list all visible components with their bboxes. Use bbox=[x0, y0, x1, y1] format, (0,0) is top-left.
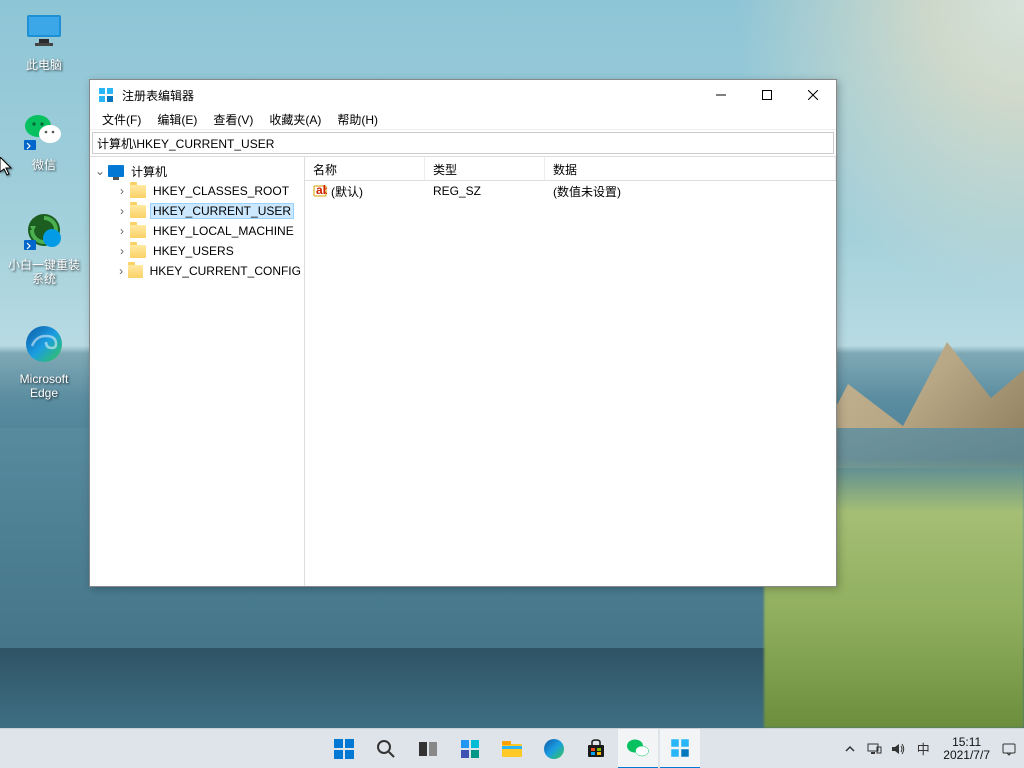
edge-icon bbox=[20, 320, 68, 368]
desktop-icon-label: 小白一键重装系统 bbox=[6, 258, 82, 286]
tray-chevron-icon[interactable] bbox=[841, 740, 859, 758]
explorer-button[interactable] bbox=[492, 729, 532, 768]
tree-root-computer[interactable]: ⌄ 计算机 bbox=[90, 161, 304, 181]
desktop-icon-xiaobai[interactable]: 小白一键重装系统 bbox=[6, 206, 82, 286]
search-button[interactable] bbox=[366, 729, 406, 768]
store-button[interactable] bbox=[576, 729, 616, 768]
desktop: 此电脑 微信 小白一键重装系统 Microsoft Edge 注册表编辑器 文件… bbox=[0, 0, 1024, 768]
folder-icon bbox=[130, 225, 146, 238]
desktop-icon-label: Microsoft Edge bbox=[6, 372, 82, 400]
value-list: 名称 类型 数据 ab(默认) REG_SZ (数值未设置) bbox=[305, 157, 836, 586]
reg-string-icon: ab bbox=[313, 184, 327, 198]
tree-hive-hku[interactable]: ›HKEY_USERS bbox=[90, 241, 304, 261]
expand-icon[interactable]: › bbox=[114, 184, 130, 198]
cell-type: REG_SZ bbox=[425, 182, 545, 200]
menubar: 文件(F) 编辑(E) 查看(V) 收藏夹(A) 帮助(H) bbox=[90, 110, 836, 130]
menu-file[interactable]: 文件(F) bbox=[94, 109, 149, 130]
desktop-icon-label: 此电脑 bbox=[6, 58, 82, 72]
titlebar[interactable]: 注册表编辑器 bbox=[90, 80, 836, 110]
computer-icon bbox=[108, 165, 124, 177]
tree-hive-hkcu[interactable]: ›HKEY_CURRENT_USER bbox=[90, 201, 304, 221]
menu-edit[interactable]: 编辑(E) bbox=[149, 109, 205, 130]
desktop-icon-wechat[interactable]: 微信 bbox=[6, 106, 82, 172]
wechat-taskbar-button[interactable] bbox=[618, 729, 658, 768]
taskbar: 中 15:11 2021/7/7 bbox=[0, 728, 1024, 768]
tree-hive-hkcc[interactable]: ›HKEY_CURRENT_CONFIG bbox=[90, 261, 304, 281]
reinstall-icon bbox=[20, 206, 68, 254]
list-header: 名称 类型 数据 bbox=[305, 157, 836, 181]
address-bar[interactable]: 计算机\HKEY_CURRENT_USER bbox=[92, 132, 834, 154]
menu-help[interactable]: 帮助(H) bbox=[329, 109, 386, 130]
ime-indicator[interactable]: 中 bbox=[913, 740, 933, 758]
desktop-icon-label: 微信 bbox=[6, 158, 82, 172]
expand-icon[interactable]: › bbox=[114, 264, 128, 278]
expand-icon[interactable]: › bbox=[114, 244, 130, 258]
volume-icon[interactable] bbox=[889, 740, 907, 758]
folder-icon bbox=[130, 205, 146, 218]
clock-time: 15:11 bbox=[943, 736, 990, 749]
expand-icon[interactable]: › bbox=[114, 204, 130, 218]
collapse-icon[interactable]: ⌄ bbox=[92, 164, 108, 178]
menu-view[interactable]: 查看(V) bbox=[205, 109, 261, 130]
folder-icon bbox=[130, 245, 146, 258]
col-data[interactable]: 数据 bbox=[545, 157, 836, 180]
col-type[interactable]: 类型 bbox=[425, 157, 545, 180]
registry-tree[interactable]: ⌄ 计算机 ›HKEY_CLASSES_ROOT ›HKEY_CURRENT_U… bbox=[90, 157, 305, 586]
regedit-window: 注册表编辑器 文件(F) 编辑(E) 查看(V) 收藏夹(A) 帮助(H) 计算… bbox=[89, 79, 837, 587]
clock[interactable]: 15:11 2021/7/7 bbox=[939, 736, 994, 762]
clock-date: 2021/7/7 bbox=[943, 749, 990, 762]
menu-favorites[interactable]: 收藏夹(A) bbox=[261, 109, 329, 130]
col-name[interactable]: 名称 bbox=[305, 157, 425, 180]
maximize-button[interactable] bbox=[744, 80, 790, 110]
desktop-icon-edge[interactable]: Microsoft Edge bbox=[6, 320, 82, 400]
close-button[interactable] bbox=[790, 80, 836, 110]
expand-icon[interactable]: › bbox=[114, 224, 130, 238]
minimize-button[interactable] bbox=[698, 80, 744, 110]
tree-hive-hklm[interactable]: ›HKEY_LOCAL_MACHINE bbox=[90, 221, 304, 241]
folder-icon bbox=[130, 185, 146, 198]
folder-icon bbox=[128, 265, 142, 278]
desktop-icon-this-pc[interactable]: 此电脑 bbox=[6, 6, 82, 72]
widgets-button[interactable] bbox=[450, 729, 490, 768]
mouse-cursor bbox=[0, 157, 14, 177]
regedit-icon bbox=[98, 87, 114, 103]
cell-name: ab(默认) bbox=[305, 181, 425, 202]
monitor-icon bbox=[20, 6, 68, 54]
svg-text:ab: ab bbox=[316, 184, 327, 197]
list-row[interactable]: ab(默认) REG_SZ (数值未设置) bbox=[305, 181, 836, 201]
start-button[interactable] bbox=[324, 729, 364, 768]
cell-data: (数值未设置) bbox=[545, 181, 836, 202]
edge-taskbar-button[interactable] bbox=[534, 729, 574, 768]
task-view-button[interactable] bbox=[408, 729, 448, 768]
wechat-icon bbox=[20, 106, 68, 154]
regedit-taskbar-button[interactable] bbox=[660, 729, 700, 768]
network-icon[interactable] bbox=[865, 740, 883, 758]
notifications-icon[interactable] bbox=[1000, 740, 1018, 758]
window-title: 注册表编辑器 bbox=[122, 87, 698, 104]
tree-hive-hkcr[interactable]: ›HKEY_CLASSES_ROOT bbox=[90, 181, 304, 201]
